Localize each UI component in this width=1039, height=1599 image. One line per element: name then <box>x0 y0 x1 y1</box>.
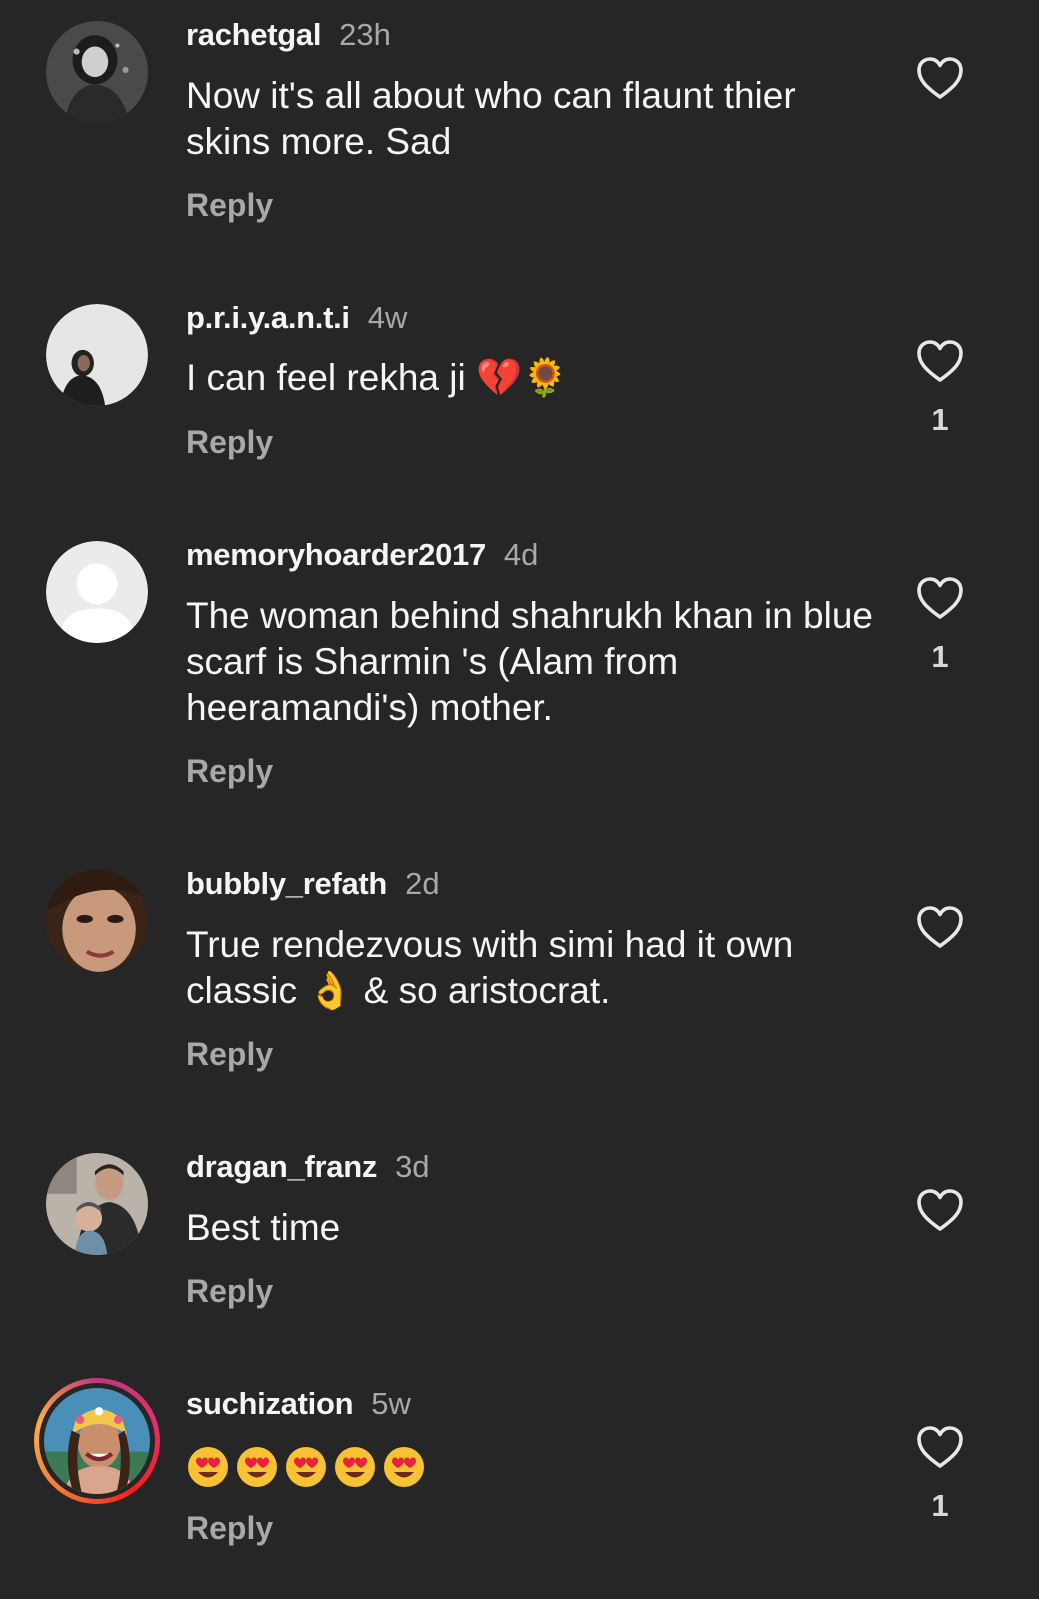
like-count: 1 <box>931 402 949 437</box>
heart-outline-icon <box>917 906 963 948</box>
comment-header: p.r.i.y.a.n.t.i 4w <box>186 300 407 336</box>
timestamp: 4w <box>367 300 408 335</box>
comment-text: The woman behind shahrukh khan in blue s… <box>186 595 874 728</box>
like-button[interactable] <box>916 1425 964 1469</box>
avatar[interactable] <box>46 1153 148 1255</box>
username[interactable]: memoryhoarder2017 <box>186 537 486 572</box>
timestamp: 4d <box>503 537 539 572</box>
timestamp: 3d <box>395 1149 430 1184</box>
username[interactable]: bubbly_refath <box>186 866 387 901</box>
like-button[interactable] <box>916 339 964 383</box>
default-avatar-icon <box>46 541 148 643</box>
avatar[interactable] <box>46 541 148 643</box>
comment-text-body: I can feel rekha ji <box>186 357 466 398</box>
comment-header: dragan_franz 3d <box>186 1149 430 1185</box>
username[interactable]: p.r.i.y.a.n.t.i <box>186 300 350 335</box>
heart-eyes-emoji-icon <box>333 1445 377 1489</box>
avatar-photo-icon <box>46 304 148 406</box>
comments-screen: rachetgal 23h Now it's all about who can … <box>0 0 1039 1599</box>
comment-emoji: 👌 <box>307 969 354 1012</box>
reply-button[interactable]: Reply <box>186 423 273 461</box>
timestamp: 23h <box>339 17 391 52</box>
reply-button[interactable]: Reply <box>186 752 273 790</box>
comment-header: memoryhoarder2017 4d <box>186 537 538 573</box>
comment-text: True rendezvous with simi had it own cla… <box>186 922 876 1014</box>
like-count: 1 <box>931 639 949 674</box>
timestamp: 2d <box>405 866 440 901</box>
heart-eyes-emoji-icon <box>284 1445 328 1489</box>
timestamp: 5w <box>371 1386 411 1421</box>
avatar-photo-icon <box>46 21 148 123</box>
avatar-photo-icon <box>44 1388 150 1494</box>
avatar[interactable] <box>46 870 148 972</box>
like-button[interactable] <box>916 56 964 100</box>
heart-outline-icon <box>917 577 963 619</box>
story-ring-avatar[interactable] <box>34 1378 160 1504</box>
heart-outline-icon <box>917 57 963 99</box>
comment-text: 😍😍😍😍😍 <box>186 1442 876 1489</box>
heart-outline-icon <box>917 1426 963 1468</box>
comment-text-body: & so aristocrat. <box>363 970 611 1011</box>
avatar-photo-icon <box>46 1153 148 1255</box>
reply-button[interactable]: Reply <box>186 1035 273 1073</box>
like-button[interactable] <box>916 576 964 620</box>
comment-emoji: 💔🌻 <box>476 356 569 399</box>
comment-text: Now it's all about who can flaunt thier … <box>186 75 796 162</box>
avatar[interactable] <box>46 21 148 123</box>
avatar[interactable] <box>46 304 148 406</box>
comment-header: bubbly_refath 2d <box>186 866 440 902</box>
reply-button[interactable]: Reply <box>186 186 273 224</box>
heart-eyes-emoji-icon <box>186 1445 230 1489</box>
reply-button[interactable]: Reply <box>186 1272 273 1310</box>
like-button[interactable] <box>916 905 964 949</box>
comment-text: Best time <box>186 1207 341 1248</box>
heart-eyes-emoji-icon <box>235 1445 279 1489</box>
heart-outline-icon <box>917 1189 963 1231</box>
heart-outline-icon <box>917 340 963 382</box>
comment-text: I can feel rekha ji 💔🌻 <box>186 355 876 401</box>
heart-eyes-emoji-icon <box>382 1445 426 1489</box>
avatar <box>44 1388 150 1494</box>
reply-button[interactable]: Reply <box>186 1509 273 1547</box>
heart-eyes-emoji-row <box>186 1444 431 1488</box>
username[interactable]: suchization <box>186 1386 354 1421</box>
like-button[interactable] <box>916 1188 964 1232</box>
comment-header: rachetgal 23h <box>186 17 391 53</box>
avatar-photo-icon <box>46 870 148 972</box>
comment-header: suchization 5w <box>186 1386 411 1422</box>
like-count: 1 <box>931 1488 949 1523</box>
username[interactable]: dragan_franz <box>186 1149 377 1184</box>
username[interactable]: rachetgal <box>186 17 321 52</box>
